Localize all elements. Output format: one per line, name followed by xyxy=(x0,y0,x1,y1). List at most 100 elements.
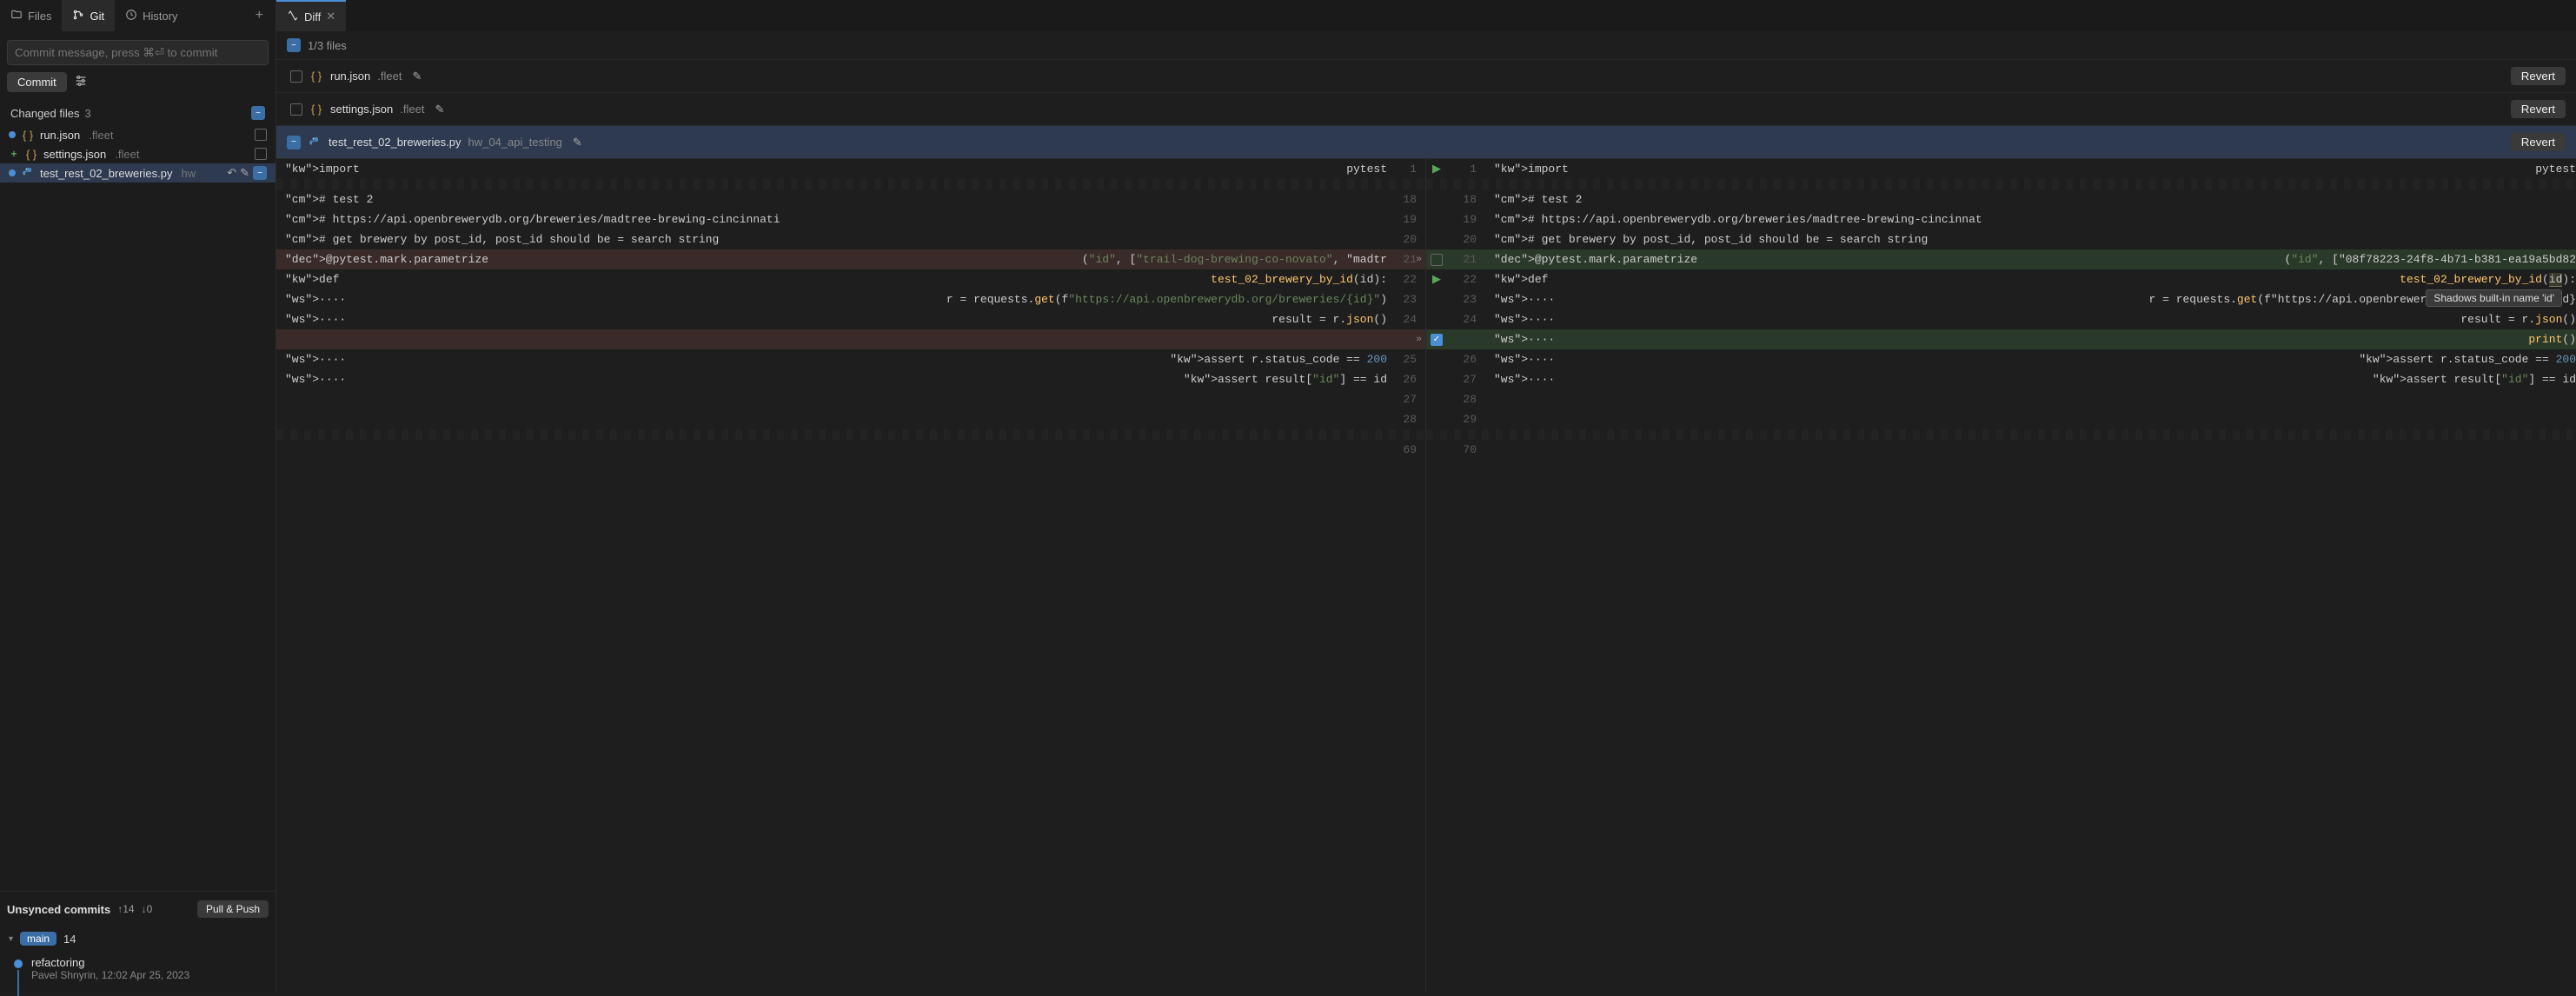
code-line[interactable]: "ws">····r = requests.get(f"https://api.… xyxy=(276,289,1425,309)
file-item[interactable]: test_rest_02_breweries.pyhw↶✎− xyxy=(0,163,276,183)
diff-file-header[interactable]: −test_rest_02_breweries.pyhw_04_api_test… xyxy=(276,126,2576,159)
branch-row[interactable]: ▾ main 14 xyxy=(0,926,276,951)
line-content: "ws">···· xyxy=(1485,293,2149,306)
files-summary-header: − 1/3 files xyxy=(276,31,2576,60)
code-line[interactable]: ✓"ws">····print() xyxy=(1426,329,2576,349)
fold-indicator[interactable] xyxy=(276,179,1425,189)
line-number: 24 xyxy=(1447,313,1485,326)
code-line[interactable]: 27 xyxy=(276,389,1425,409)
edit-icon[interactable]: ✎ xyxy=(435,103,444,116)
revert-button[interactable]: Revert xyxy=(2511,133,2566,151)
tab-files[interactable]: Files xyxy=(0,0,62,31)
add-tab-button[interactable]: + xyxy=(243,8,276,23)
code-line[interactable]: 28 xyxy=(276,409,1425,429)
file-path: .fleet xyxy=(115,148,139,161)
checkbox[interactable] xyxy=(290,103,302,116)
line-content: "cm"># https://api.openbrewerydb.org/bre… xyxy=(1485,213,2576,226)
checkbox[interactable] xyxy=(255,148,267,160)
collapse-icon[interactable]: − xyxy=(253,166,267,180)
code-line[interactable]: 23"ws">····r = requests.get(f"https://ap… xyxy=(1426,289,2576,309)
code-line[interactable]: 69 xyxy=(276,440,1425,460)
commit-message: refactoring xyxy=(31,956,189,969)
code-line[interactable]: 26"ws">····"kw">assert r.status_code == … xyxy=(1426,349,2576,369)
code-line[interactable]: 28 xyxy=(1426,389,2576,409)
code-line[interactable]: 29 xyxy=(1426,409,2576,429)
tab-diff-label: Diff xyxy=(304,10,321,23)
checkbox-checked[interactable]: ✓ xyxy=(1431,334,1443,346)
run-icon[interactable]: ▶ xyxy=(1432,163,1441,176)
tab-diff[interactable]: Diff ✕ xyxy=(276,0,346,31)
line-content: "kw">import xyxy=(276,163,1339,176)
commit-entry[interactable]: refactoring Pavel Shnyrin, 12:02 Apr 25,… xyxy=(0,951,276,992)
commit-button[interactable]: Commit xyxy=(7,72,67,92)
collapse-icon[interactable]: − xyxy=(287,38,301,52)
expand-icon[interactable]: » xyxy=(1416,335,1422,345)
revert-button[interactable]: Revert xyxy=(2511,100,2566,118)
edit-icon[interactable]: ✎ xyxy=(573,136,582,149)
code-line[interactable]: "cm"># https://api.openbrewerydb.org/bre… xyxy=(276,209,1425,229)
revert-icon[interactable]: ↶ xyxy=(227,166,236,180)
line-content: "ws">···· xyxy=(1485,373,2373,386)
fold-indicator[interactable] xyxy=(1426,429,2576,440)
checkbox[interactable] xyxy=(1431,254,1443,266)
fold-indicator[interactable] xyxy=(276,429,1425,440)
sidebar: Files Git History + Commit Changed files… xyxy=(0,0,276,992)
edit-icon[interactable]: ✎ xyxy=(240,166,249,180)
commit-graph-dot xyxy=(14,959,23,968)
file-item[interactable]: { }run.json.fleet xyxy=(0,125,276,144)
code-line[interactable]: 70 xyxy=(1426,440,2576,460)
code-line[interactable]: "kw">def test_02_brewery_by_id(id):22 xyxy=(276,269,1425,289)
revert-button[interactable]: Revert xyxy=(2511,67,2566,85)
line-content: "kw">import xyxy=(1485,163,2528,176)
code-line[interactable]: "ws">····result = r.json()24 xyxy=(276,309,1425,329)
incoming-count: ↓0 xyxy=(142,903,153,915)
file-header-name: test_rest_02_breweries.py xyxy=(329,136,461,149)
code-line[interactable]: "dec">@pytest.mark.parametrize("id", ["t… xyxy=(276,249,1425,269)
file-path: .fleet xyxy=(89,129,113,142)
code-line[interactable]: 19"cm"># https://api.openbrewerydb.org/b… xyxy=(1426,209,2576,229)
line-number: 1 xyxy=(1387,163,1425,176)
code-line[interactable]: 18"cm"># test 2 xyxy=(1426,189,2576,209)
code-line[interactable]: "kw">import pytest1 xyxy=(276,159,1425,179)
line-number: 1 xyxy=(1447,163,1485,176)
folder-icon xyxy=(10,9,23,23)
edit-icon[interactable]: ✎ xyxy=(412,70,422,83)
code-line[interactable]: ▶22"kw">def test_02_brewery_by_id(id): xyxy=(1426,269,2576,289)
line-number: 28 xyxy=(1447,393,1485,406)
file-name: settings.json xyxy=(43,148,106,161)
expand-icon[interactable]: » xyxy=(1416,255,1422,265)
diff-file-header[interactable]: { }run.json.fleet✎Revert xyxy=(276,60,2576,93)
code-line[interactable]: » xyxy=(276,329,1425,349)
code-line[interactable]: "ws">····"kw">assert result["id"] == id2… xyxy=(276,369,1425,389)
code-line[interactable]: 21"dec">@pytest.mark.parametrize("id", [… xyxy=(1426,249,2576,269)
tab-history[interactable]: History xyxy=(115,0,188,31)
checkbox[interactable] xyxy=(290,70,302,83)
collapse-icon[interactable]: − xyxy=(287,136,301,149)
commit-settings-icon[interactable] xyxy=(74,74,88,90)
diff-file-header[interactable]: { }settings.json.fleet✎Revert xyxy=(276,93,2576,126)
code-line[interactable]: "ws">····"kw">assert r.status_code == 20… xyxy=(276,349,1425,369)
tab-git[interactable]: Git xyxy=(62,0,115,31)
code-line[interactable]: "cm"># get brewery by post_id, post_id s… xyxy=(276,229,1425,249)
checkbox[interactable] xyxy=(255,129,267,141)
fold-indicator[interactable] xyxy=(1426,179,2576,189)
code-line[interactable]: 20"cm"># get brewery by post_id, post_id… xyxy=(1426,229,2576,249)
python-icon xyxy=(308,136,322,149)
close-icon[interactable]: ✕ xyxy=(326,10,335,23)
code-line[interactable]: ▶1"kw">import pytest xyxy=(1426,159,2576,179)
code-line[interactable]: "cm"># test 218 xyxy=(276,189,1425,209)
line-content: "cm"># https://api.openbrewerydb.org/bre… xyxy=(276,213,1387,226)
code-line[interactable]: 27"ws">····"kw">assert result["id"] == i… xyxy=(1426,369,2576,389)
chevron-down-icon: ▾ xyxy=(9,934,13,944)
commit-message-input[interactable] xyxy=(7,40,269,65)
code-line[interactable]: 24"ws">····result = r.json() xyxy=(1426,309,2576,329)
branch-badge: main xyxy=(20,932,56,946)
pull-push-button[interactable]: Pull & Push xyxy=(197,900,269,918)
collapse-all-button[interactable]: − xyxy=(251,106,265,120)
modified-icon xyxy=(9,169,16,176)
line-number: 19 xyxy=(1447,213,1485,226)
line-number: 23 xyxy=(1447,293,1485,306)
file-item[interactable]: +{ }settings.json.fleet xyxy=(0,144,276,163)
line-number: 24 xyxy=(1387,313,1425,326)
run-icon[interactable]: ▶ xyxy=(1432,273,1441,286)
